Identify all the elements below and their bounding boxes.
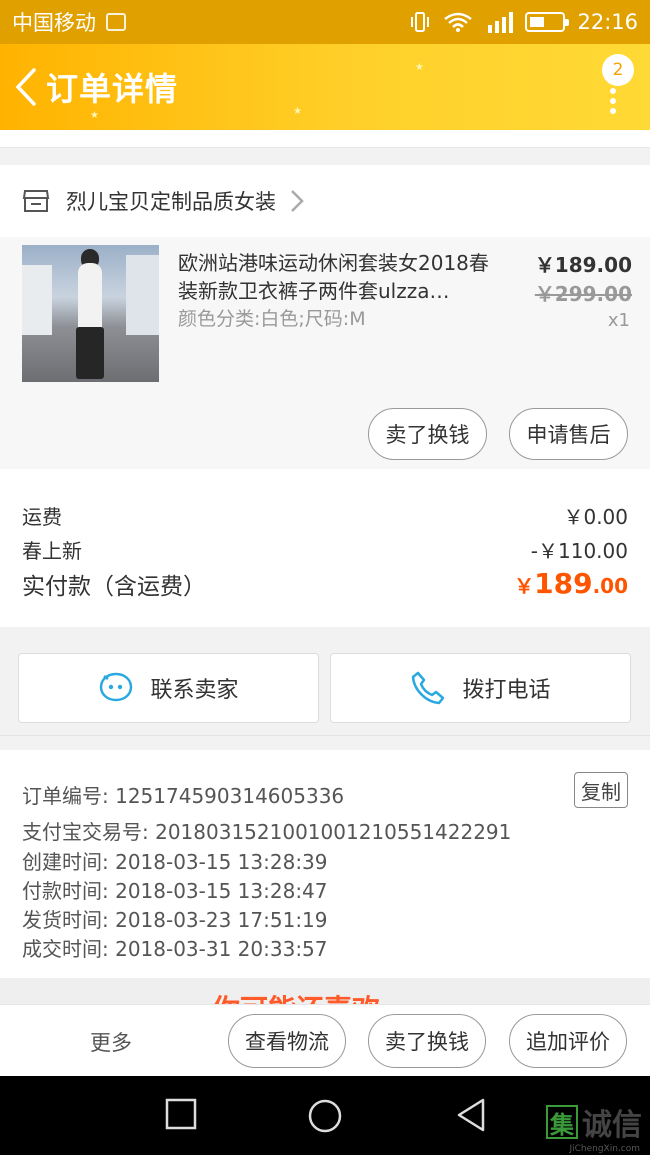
created-time: 创建时间: 2018-03-15 13:28:39 xyxy=(22,850,328,874)
total-decimal: .00 xyxy=(592,574,628,598)
total-currency: ￥ xyxy=(514,574,535,598)
shop-icon xyxy=(22,190,50,212)
clock: 22:16 xyxy=(577,10,638,34)
product-original-price: ￥299.00 xyxy=(534,282,632,306)
recommend-title: 你可能还喜欢 xyxy=(212,988,380,1004)
promo-label: 春上新 xyxy=(22,539,82,563)
phone-icon xyxy=(412,671,445,705)
nav-square-icon[interactable] xyxy=(165,1098,197,1130)
battery-icon xyxy=(525,12,570,32)
decor-star-icon: ★ xyxy=(90,110,99,121)
watermark-url: JiChengXin.com xyxy=(569,1144,640,1154)
completed-time: 成交时间: 2018-03-31 20:33:57 xyxy=(22,937,328,961)
product-sku: 颜色分类:白色;尺码:M xyxy=(178,308,366,330)
resell-button[interactable]: 卖了换钱 xyxy=(368,408,487,460)
promo-row: 春上新 -￥110.00 xyxy=(22,535,628,564)
more-actions-link[interactable]: 更多 xyxy=(90,1027,132,1057)
sim-icon xyxy=(106,13,126,31)
view-logistics-button[interactable]: 查看物流 xyxy=(228,1014,346,1068)
nav-triangle-icon[interactable] xyxy=(455,1098,487,1132)
system-nav-bar: 集 诚信 JiChengXin.com xyxy=(0,1076,650,1155)
chat-icon xyxy=(100,672,133,702)
paid-time: 付款时间: 2018-03-15 13:28:47 xyxy=(22,879,328,903)
section-divider xyxy=(0,735,650,750)
wifi-icon xyxy=(444,12,473,32)
product-title: 欧洲站港味运动休闲套装女2018春装新款卫衣裤子两件套ulzza… xyxy=(178,251,489,303)
page-header: ★ ★ ★ 订单详情 2 xyxy=(0,44,650,130)
more-menu-button[interactable]: 2 xyxy=(586,54,634,118)
order-number[interactable]: 订单编号: 125174590314605336 xyxy=(22,780,344,809)
back-button[interactable] xyxy=(6,44,46,130)
recommend-header: 你可能还喜欢 xyxy=(0,978,650,1004)
back-arrow-icon xyxy=(15,68,36,106)
total-label: 实付款（含运费） xyxy=(22,574,206,600)
watermark-text: 诚信 xyxy=(582,1108,642,1143)
carrier-name: 中国移动 xyxy=(12,11,96,35)
product-thumbnail[interactable] xyxy=(22,245,159,382)
resell-bottom-button[interactable]: 卖了换钱 xyxy=(368,1014,486,1068)
message-count-badge: 2 xyxy=(602,54,634,86)
product-quantity: x1 xyxy=(607,310,630,331)
contact-section: 联系卖家 拨打电话 xyxy=(0,643,650,735)
shop-name: 烈儿宝贝定制品质女装 xyxy=(66,190,276,214)
total-main: 189 xyxy=(534,567,593,600)
chevron-right-icon xyxy=(291,190,304,212)
vibrate-icon xyxy=(411,12,430,32)
total-row: 实付款（含运费） ￥189.00 xyxy=(22,567,628,601)
decor-star-icon: ★ xyxy=(415,62,424,73)
more-dots-icon xyxy=(610,88,616,114)
watermark-box: 集 xyxy=(546,1105,578,1139)
add-review-button[interactable]: 追加评价 xyxy=(509,1014,627,1068)
total-price: ￥189.00 xyxy=(514,567,628,601)
signal-icon xyxy=(488,12,514,33)
product-card[interactable]: 欧洲站港味运动休闲套装女2018春装新款卫衣裤子两件套ulzza… 颜色分类:白… xyxy=(0,237,650,469)
nav-circle-icon[interactable] xyxy=(307,1098,343,1134)
watermark-logo: 集 诚信 xyxy=(546,1100,642,1144)
status-bar: 中国移动 22:16 xyxy=(0,0,650,44)
order-info: 订单编号: 125174590314605336 复制 支付宝交易号: 2018… xyxy=(0,750,650,978)
contact-seller-label: 联系卖家 xyxy=(150,678,239,703)
header-spacer xyxy=(0,130,650,148)
after-sales-button[interactable]: 申请售后 xyxy=(509,408,628,460)
shipped-time: 发货时间: 2018-03-23 17:51:19 xyxy=(22,908,328,932)
shipping-fee-value: ￥0.00 xyxy=(563,505,628,529)
alipay-trade-number: 支付宝交易号: 2018031521001001210551422291 xyxy=(22,820,512,844)
page-title: 订单详情 xyxy=(46,70,179,108)
shipping-fee-label: 运费 xyxy=(22,505,62,529)
promo-value: -￥110.00 xyxy=(530,539,628,563)
call-phone-button[interactable]: 拨打电话 xyxy=(330,653,631,723)
status-icons: 22:16 xyxy=(409,10,638,34)
shop-row[interactable]: 烈儿宝贝定制品质女装 xyxy=(0,165,650,237)
call-phone-label: 拨打电话 xyxy=(462,678,551,703)
shipping-fee-row: 运费 ￥0.00 xyxy=(22,501,628,530)
copy-order-number-button[interactable]: 复制 xyxy=(574,772,628,808)
bottom-action-bar: 更多 查看物流 卖了换钱 追加评价 xyxy=(0,1004,650,1076)
fee-summary: 运费 ￥0.00 春上新 -￥110.00 实付款（含运费） ￥189.00 xyxy=(0,469,650,627)
contact-seller-button[interactable]: 联系卖家 xyxy=(18,653,319,723)
decor-star-icon: ★ xyxy=(293,106,302,117)
product-price: ￥189.00 xyxy=(534,253,632,277)
